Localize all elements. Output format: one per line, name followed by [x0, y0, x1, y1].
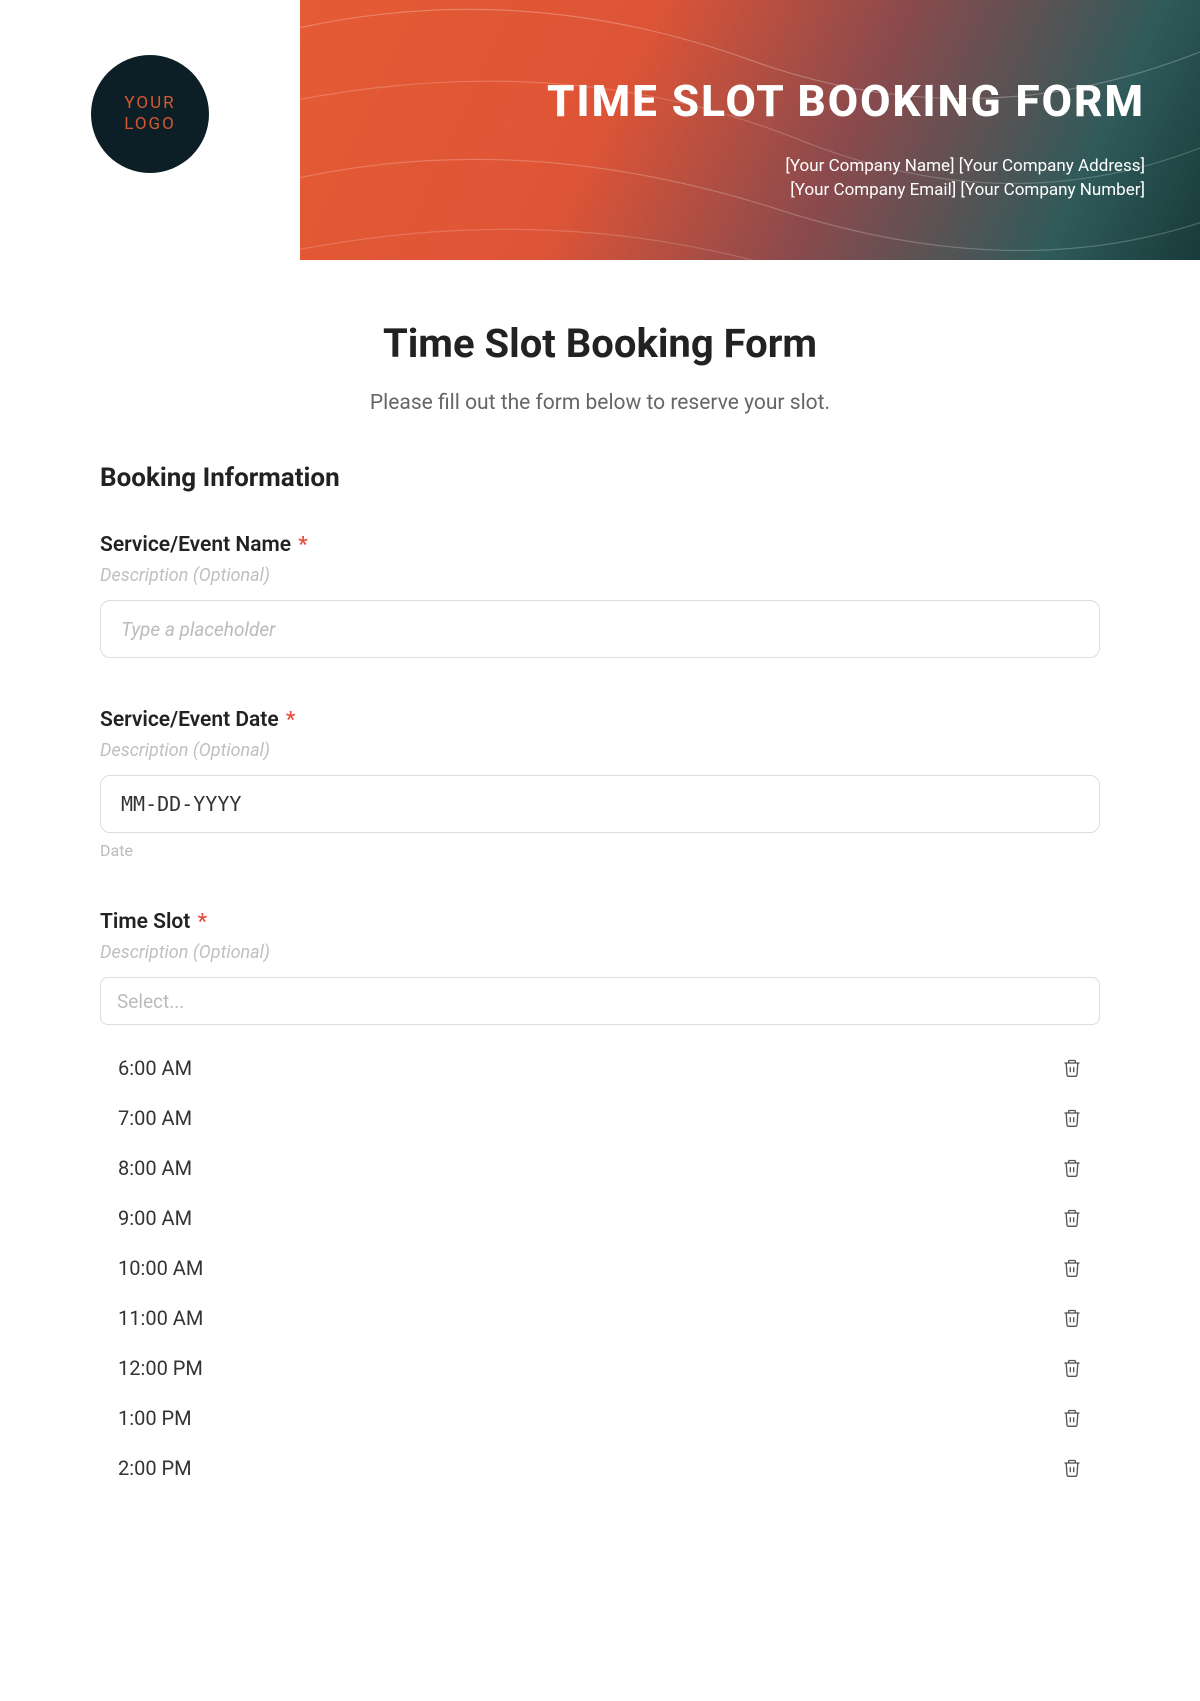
banner: YOUR LOGO TIME SLOT BOOKING FORM [Your C… [0, 0, 1200, 260]
time-slot-option[interactable]: 6:00 AM [100, 1043, 1100, 1093]
trash-icon[interactable] [1062, 1207, 1082, 1229]
label-text: Time Slot [100, 910, 190, 934]
logo-text-line1: YOUR [124, 93, 175, 114]
form-content: Time Slot Booking Form Please fill out t… [0, 260, 1200, 1493]
logo-placeholder: YOUR LOGO [91, 55, 209, 173]
field-label-service-date: Service/Event Date * [100, 708, 1100, 732]
required-marker: * [286, 708, 295, 732]
slot-label: 2:00 PM [118, 1456, 192, 1480]
field-time-slot: Time Slot * Description (Optional) Selec… [100, 910, 1100, 1493]
time-slot-option[interactable]: 12:00 PM [100, 1343, 1100, 1393]
trash-icon[interactable] [1062, 1407, 1082, 1429]
field-description: Description (Optional) [100, 565, 1100, 586]
company-meta-line1: [Your Company Name] [Your Company Addres… [785, 155, 1145, 179]
trash-icon[interactable] [1062, 1257, 1082, 1279]
section-heading: Booking Information [100, 463, 1100, 493]
banner-decoration [300, 0, 1200, 260]
slot-label: 1:00 PM [118, 1406, 192, 1430]
trash-icon[interactable] [1062, 1357, 1082, 1379]
time-slot-select[interactable]: Select... [100, 977, 1100, 1025]
slot-label: 7:00 AM [118, 1106, 192, 1130]
slot-label: 9:00 AM [118, 1206, 192, 1230]
time-slot-option[interactable]: 2:00 PM [100, 1443, 1100, 1493]
company-meta: [Your Company Name] [Your Company Addres… [785, 155, 1145, 203]
logo-area: YOUR LOGO [0, 0, 300, 173]
label-text: Service/Event Date [100, 708, 279, 732]
trash-icon[interactable] [1062, 1107, 1082, 1129]
required-marker: * [298, 533, 307, 557]
field-service-name: Service/Event Name * Description (Option… [100, 533, 1100, 658]
form-title: Time Slot Booking Form [100, 320, 1100, 367]
label-text: Service/Event Name [100, 533, 291, 557]
time-slot-option[interactable]: 7:00 AM [100, 1093, 1100, 1143]
trash-icon[interactable] [1062, 1307, 1082, 1329]
input-placeholder: Type a placeholder [121, 618, 275, 641]
required-marker: * [198, 910, 207, 934]
service-name-input[interactable]: Type a placeholder [100, 600, 1100, 658]
form-subtitle: Please fill out the form below to reserv… [100, 391, 1100, 415]
trash-icon[interactable] [1062, 1057, 1082, 1079]
slot-label: 11:00 AM [118, 1306, 203, 1330]
logo-text-line2: LOGO [124, 114, 176, 135]
trash-icon[interactable] [1062, 1457, 1082, 1479]
slot-label: 8:00 AM [118, 1156, 192, 1180]
time-slot-option[interactable]: 10:00 AM [100, 1243, 1100, 1293]
banner-graphic: TIME SLOT BOOKING FORM [Your Company Nam… [300, 0, 1200, 260]
slot-label: 6:00 AM [118, 1056, 192, 1080]
company-meta-line2: [Your Company Email] [Your Company Numbe… [785, 179, 1145, 203]
field-description: Description (Optional) [100, 942, 1100, 963]
select-placeholder: Select... [117, 990, 184, 1013]
banner-title: TIME SLOT BOOKING FORM [547, 75, 1145, 127]
time-slot-option[interactable]: 11:00 AM [100, 1293, 1100, 1343]
service-date-input[interactable]: MM-DD-YYYY [100, 775, 1100, 833]
slot-label: 10:00 AM [118, 1256, 203, 1280]
field-label-time-slot: Time Slot * [100, 910, 1100, 934]
field-description: Description (Optional) [100, 740, 1100, 761]
time-slot-option[interactable]: 8:00 AM [100, 1143, 1100, 1193]
time-slot-option[interactable]: 9:00 AM [100, 1193, 1100, 1243]
slot-label: 12:00 PM [118, 1356, 203, 1380]
time-slot-list: 6:00 AM 7:00 AM 8:00 AM 9:00 AM 10:00 AM 11:0… [100, 1043, 1100, 1493]
trash-icon[interactable] [1062, 1157, 1082, 1179]
input-placeholder: MM-DD-YYYY [121, 792, 241, 816]
field-label-service-name: Service/Event Name * [100, 533, 1100, 557]
date-sublabel: Date [100, 841, 1100, 860]
field-service-date: Service/Event Date * Description (Option… [100, 708, 1100, 860]
time-slot-option[interactable]: 1:00 PM [100, 1393, 1100, 1443]
